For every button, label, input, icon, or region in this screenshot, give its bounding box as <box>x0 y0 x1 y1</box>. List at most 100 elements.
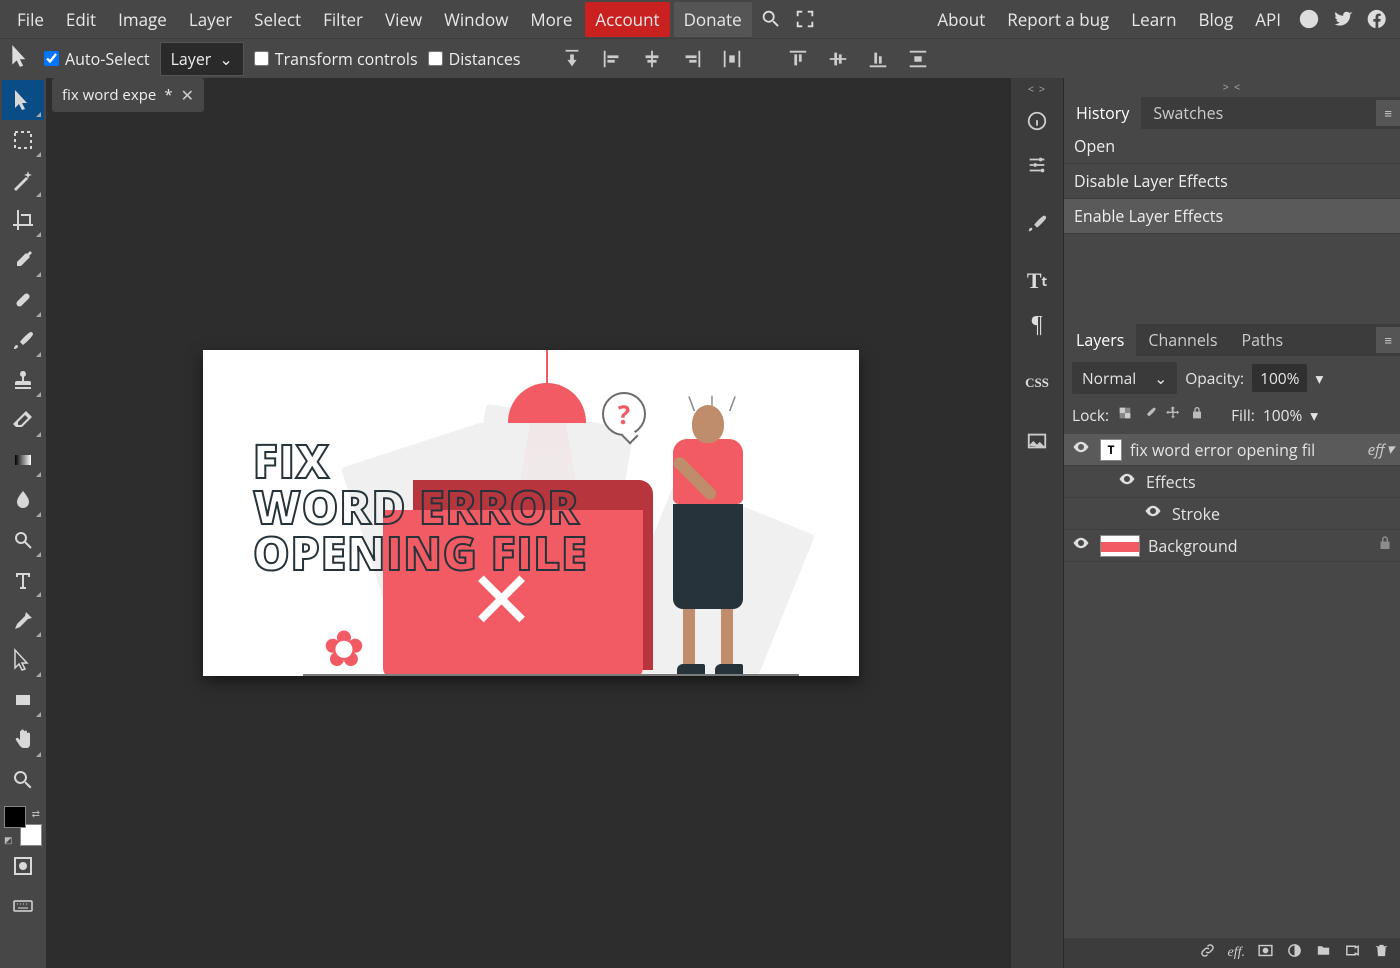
image-panel-icon[interactable] <box>1016 421 1058 461</box>
history-tab[interactable]: History <box>1064 96 1141 130</box>
align-bottom-icon[interactable] <box>863 44 893 74</box>
lock-pixels-icon[interactable] <box>1117 404 1133 426</box>
history-item[interactable]: Enable Layer Effects <box>1064 199 1400 234</box>
fullscreen-icon[interactable] <box>788 2 822 36</box>
swap-colors-icon[interactable]: ⇄ <box>32 806 40 820</box>
heal-tool[interactable] <box>2 280 44 320</box>
paths-tab[interactable]: Paths <box>1229 323 1295 357</box>
brush-panel-icon[interactable] <box>1016 203 1058 243</box>
marquee-tool[interactable] <box>2 120 44 160</box>
lock-position-icon[interactable] <box>1165 404 1181 426</box>
layer-effect-stroke-row[interactable]: Stroke <box>1064 498 1400 530</box>
align-distribute-h-icon[interactable] <box>717 44 747 74</box>
layer-fx-badge[interactable]: eff ▾ <box>1368 440 1394 460</box>
channels-tab[interactable]: Channels <box>1136 323 1229 357</box>
wand-tool[interactable] <box>2 160 44 200</box>
menu-filter[interactable]: Filter <box>312 0 374 39</box>
gradient-tool[interactable] <box>2 440 44 480</box>
layers-panel-menu-icon[interactable]: ≡ <box>1376 327 1400 353</box>
adjustments-panel-icon[interactable] <box>1016 145 1058 185</box>
swatches-tab[interactable]: Swatches <box>1141 96 1235 130</box>
history-panel-menu-icon[interactable]: ≡ <box>1376 100 1400 126</box>
stamp-tool[interactable] <box>2 360 44 400</box>
auto-select-checkbox[interactable]: Auto-Select <box>44 48 150 70</box>
fill-slider-icon[interactable]: ▾ <box>1310 404 1318 426</box>
align-vcenter-icon[interactable] <box>823 44 853 74</box>
panel-collapse-handle[interactable]: > < <box>1064 78 1400 97</box>
canvas[interactable]: ✕ ✿ ? \ | / FIX WORD ERROR OPENING FILE <box>203 350 859 676</box>
move-tool[interactable] <box>2 80 44 120</box>
menu-window[interactable]: Window <box>433 0 519 39</box>
history-item[interactable]: Open <box>1064 129 1400 164</box>
menu-view[interactable]: View <box>374 0 433 39</box>
crop-tool[interactable] <box>2 200 44 240</box>
transform-controls-checkbox[interactable]: Transform controls <box>254 48 418 70</box>
reddit-icon[interactable] <box>1292 2 1326 36</box>
align-top-icon[interactable] <box>783 44 813 74</box>
document-tab[interactable]: fix word expe * ✕ <box>52 78 204 112</box>
align-distribute-v-icon[interactable] <box>903 44 933 74</box>
delete-layer-icon[interactable] <box>1373 942 1390 964</box>
menu-image[interactable]: Image <box>107 0 178 39</box>
menu-report-bug[interactable]: Report a bug <box>996 0 1120 39</box>
align-left-icon[interactable] <box>597 44 627 74</box>
distances-checkbox[interactable]: Distances <box>428 48 521 70</box>
align-hcenter-icon[interactable] <box>637 44 667 74</box>
layer-visibility-icon[interactable] <box>1070 534 1092 557</box>
keyboard-button[interactable] <box>2 886 44 926</box>
lock-brush-icon[interactable] <box>1141 404 1157 426</box>
menu-select[interactable]: Select <box>243 0 312 39</box>
pen-tool[interactable] <box>2 600 44 640</box>
hand-tool[interactable] <box>2 720 44 760</box>
menu-donate[interactable]: Donate <box>674 2 752 37</box>
blur-tool[interactable] <box>2 480 44 520</box>
layer-name[interactable]: Background <box>1148 535 1238 557</box>
effects-visibility-icon[interactable] <box>1116 470 1138 493</box>
layer-name[interactable]: fix word error opening fil <box>1130 439 1315 461</box>
canvas-viewport[interactable]: ✕ ✿ ? \ | / FIX WORD ERROR OPENING FILE <box>46 112 1010 968</box>
menu-edit[interactable]: Edit <box>55 0 107 39</box>
align-right-icon[interactable] <box>677 44 707 74</box>
search-icon[interactable] <box>754 2 788 36</box>
eraser-tool[interactable] <box>2 400 44 440</box>
menu-about[interactable]: About <box>926 0 996 39</box>
close-tab-icon[interactable]: ✕ <box>181 84 194 106</box>
menu-learn[interactable]: Learn <box>1120 0 1187 39</box>
link-layers-icon[interactable] <box>1199 942 1216 964</box>
new-group-icon[interactable] <box>1315 942 1332 964</box>
layer-row[interactable]: T fix word error opening fil eff ▾ <box>1064 434 1400 466</box>
stroke-visibility-icon[interactable] <box>1142 502 1164 525</box>
character-panel-icon[interactable]: Tt <box>1016 261 1058 301</box>
align-download-icon[interactable] <box>557 44 587 74</box>
opacity-input[interactable]: 100% <box>1252 364 1307 392</box>
layer-fx-icon[interactable]: eff. <box>1228 945 1246 961</box>
new-layer-icon[interactable] <box>1344 942 1361 964</box>
color-swatches[interactable]: ⇄ ◩ <box>4 806 42 846</box>
blend-mode-dropdown[interactable]: Normal⌄ <box>1072 362 1177 394</box>
layer-thumbnail[interactable] <box>1100 535 1140 557</box>
eyedropper-tool[interactable] <box>2 240 44 280</box>
foreground-color[interactable] <box>4 806 26 828</box>
info-panel-icon[interactable] <box>1016 101 1058 141</box>
layer-effects-row[interactable]: Effects <box>1064 466 1400 498</box>
facebook-icon[interactable] <box>1360 2 1394 36</box>
brush-tool[interactable] <box>2 320 44 360</box>
dodge-tool[interactable] <box>2 520 44 560</box>
path-select-tool[interactable] <box>2 640 44 680</box>
default-colors-icon[interactable]: ◩ <box>4 833 13 846</box>
menu-account[interactable]: Account <box>585 2 669 37</box>
adjustment-layer-icon[interactable] <box>1286 942 1303 964</box>
menu-more[interactable]: More <box>519 0 583 39</box>
css-panel-icon[interactable]: CSS <box>1016 363 1058 403</box>
paragraph-panel-icon[interactable]: ¶ <box>1016 305 1058 345</box>
zoom-tool[interactable] <box>2 760 44 800</box>
menu-api[interactable]: API <box>1244 0 1292 39</box>
twitter-icon[interactable] <box>1326 2 1360 36</box>
canvas-text-layer[interactable]: FIX WORD ERROR OPENING FILE <box>253 438 588 576</box>
menu-file[interactable]: File <box>6 0 55 39</box>
history-item[interactable]: Disable Layer Effects <box>1064 164 1400 199</box>
menu-layer[interactable]: Layer <box>178 0 243 39</box>
layer-mask-icon[interactable] <box>1257 942 1274 964</box>
menu-blog[interactable]: Blog <box>1188 0 1245 39</box>
fill-input[interactable]: 100% <box>1263 404 1302 426</box>
